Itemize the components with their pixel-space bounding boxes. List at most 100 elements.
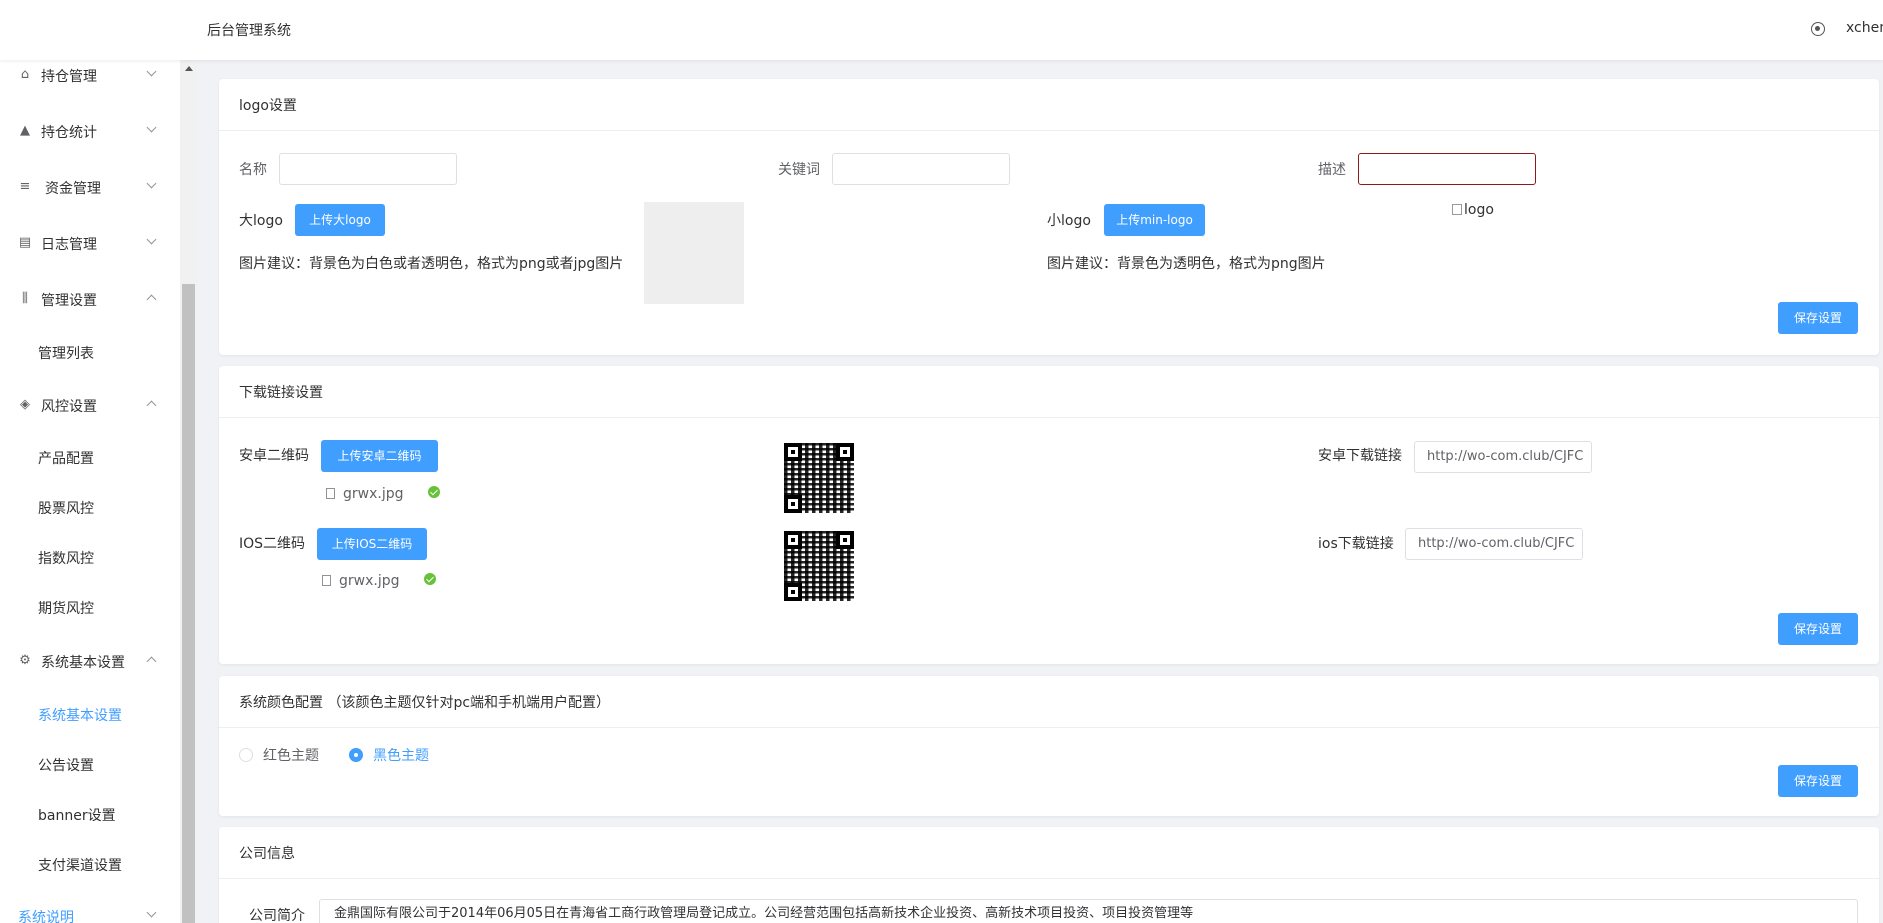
sidebar-item-system-info[interactable]: 系统说明	[0, 896, 180, 923]
sidebar-subitem-index-risk[interactable]: 指数风控	[0, 537, 180, 577]
shirt-icon: ▲	[20, 123, 30, 138]
small-logo-label: 小logo	[1047, 213, 1091, 229]
card-title: 系统颜色配置 （该颜色主题仅针对pc端和手机端用户配置）	[239, 695, 611, 711]
sidebar-item-label: 持仓管理	[41, 69, 97, 85]
download-link-card: 下载链接设置 安卓二维码 上传安卓二维码 grwx.jpg IOS二维码 上传I…	[219, 366, 1879, 664]
red-theme-radio[interactable]	[239, 748, 253, 762]
ios-qr-image	[784, 531, 854, 601]
sliders-icon: ⫼	[22, 291, 28, 306]
android-file-name: grwx.jpg	[343, 486, 404, 502]
chevron-down-icon	[146, 66, 157, 77]
sidebar-item-label: 系统说明	[18, 910, 74, 923]
sidebar-item-fund-management[interactable]: ≡ 资金管理	[0, 167, 180, 207]
sidebar-subitem-label: 系统基本设置	[38, 708, 122, 724]
sidebar-item-position-management[interactable]: ⌂ 持仓管理	[0, 60, 180, 95]
chevron-up-icon	[146, 656, 157, 667]
success-check-icon	[423, 573, 436, 585]
sidebar-item-system-basic-settings[interactable]: ⚙ 系统基本设置	[0, 641, 180, 681]
sidebar-subitem-banner-settings[interactable]: banner设置	[0, 794, 180, 834]
sidebar-subitem-label: 股票风控	[38, 501, 94, 517]
upload-ios-qr-button[interactable]: 上传IOS二维码	[317, 528, 427, 560]
big-logo-preview	[644, 202, 744, 304]
chevron-down-icon	[146, 178, 157, 189]
ios-file-item[interactable]: grwx.jpg	[322, 573, 436, 589]
sidebar-item-position-stats[interactable]: ▲ 持仓统计	[0, 111, 180, 151]
black-theme-label[interactable]: 黑色主题	[373, 745, 429, 765]
name-label: 名称	[239, 162, 267, 178]
ios-link-input[interactable]: http://wo-com.club/CJFC	[1405, 528, 1583, 560]
broken-image-icon	[1452, 204, 1462, 215]
sidebar-subitem-system-basic-settings[interactable]: 系统基本设置	[0, 694, 180, 734]
upload-big-logo-button[interactable]: 上传大logo	[295, 204, 385, 236]
description-label: 描述	[1318, 162, 1346, 178]
sidebar-item-log-management[interactable]: ▤ 日志管理	[0, 223, 180, 263]
save-logo-settings-button[interactable]: 保存设置	[1778, 302, 1858, 334]
company-intro-label: 公司简介	[249, 908, 305, 923]
sidebar-item-label: 风控设置	[41, 399, 97, 415]
chevron-up-icon	[146, 294, 157, 305]
sidebar-subitem-label: 管理列表	[38, 346, 94, 362]
card-title: 公司信息	[239, 846, 295, 862]
red-theme-label[interactable]: 红色主题	[263, 745, 319, 765]
big-logo-label: 大logo	[239, 213, 283, 229]
card-header: logo设置	[219, 79, 1879, 131]
keywords-input[interactable]	[832, 153, 1010, 185]
database-icon: ≡	[19, 179, 31, 194]
sidebar-item-admin-settings[interactable]: ⫼ 管理设置	[0, 279, 180, 319]
sidebar-subitem-product-config[interactable]: 产品配置	[0, 437, 180, 477]
sidebar-subitem-label: 支付渠道设置	[38, 858, 122, 874]
card-header: 系统颜色配置 （该颜色主题仅针对pc端和手机端用户配置）	[219, 676, 1879, 728]
upload-android-qr-button[interactable]: 上传安卓二维码	[321, 440, 438, 472]
keywords-label: 关键词	[778, 162, 820, 178]
chevron-up-icon	[146, 400, 157, 411]
scrollbar-thumb[interactable]	[182, 284, 195, 923]
card-header: 公司信息	[219, 827, 1879, 879]
sidebar-subitem-futures-risk[interactable]: 期货风控	[0, 587, 180, 627]
company-info-card: 公司信息 公司简介 金鼎国际有限公司于2014年06月05日在青海省工商行政管理…	[219, 827, 1879, 923]
sidebar-subitem-announcement-settings[interactable]: 公告设置	[0, 744, 180, 784]
sidebar-scrollbar[interactable]	[180, 60, 197, 923]
small-logo-preview: logo	[1452, 202, 1494, 218]
chevron-down-icon	[146, 122, 157, 133]
app-title: 后台管理系统	[207, 23, 291, 39]
file-icon	[326, 488, 335, 499]
scroll-up-arrow-icon[interactable]	[185, 66, 193, 71]
android-link-input[interactable]: http://wo-com.club/CJFC	[1414, 441, 1592, 473]
android-file-item[interactable]: grwx.jpg	[326, 486, 440, 502]
sidebar-item-risk-settings[interactable]: ◈ 风控设置	[0, 385, 180, 425]
sidebar-subitem-label: 公告设置	[38, 758, 94, 774]
name-input[interactable]	[279, 153, 457, 185]
small-logo-alt-text: logo	[1464, 202, 1494, 218]
file-icon	[322, 575, 331, 586]
sidebar: ⌂ 持仓管理 ▲ 持仓统计 ≡ 资金管理 ▤ 日志管理 ⫼ 管理设置 管理列表 …	[0, 60, 180, 923]
android-link-label: 安卓下载链接	[1318, 448, 1402, 464]
save-download-settings-button[interactable]: 保存设置	[1778, 613, 1858, 645]
theme-color-card: 系统颜色配置 （该颜色主题仅针对pc端和手机端用户配置） 红色主题 黑色主题 保…	[219, 676, 1879, 816]
save-theme-button[interactable]: 保存设置	[1778, 765, 1858, 797]
sidebar-item-label: 持仓统计	[41, 125, 97, 141]
top-header: 后台管理系统 xchen	[0, 0, 1883, 60]
chevron-down-icon	[146, 234, 157, 245]
sidebar-subitem-payment-channel-settings[interactable]: 支付渠道设置	[0, 844, 180, 884]
android-qr-label: 安卓二维码	[239, 448, 309, 464]
description-input[interactable]	[1358, 153, 1536, 185]
success-check-icon	[427, 486, 440, 498]
sidebar-subitem-stock-risk[interactable]: 股票风控	[0, 487, 180, 527]
sidebar-subitem-label: 指数风控	[38, 551, 94, 567]
ios-file-name: grwx.jpg	[339, 573, 400, 589]
sidebar-item-label: 系统基本设置	[41, 655, 125, 671]
home-icon: ⌂	[20, 67, 30, 82]
black-theme-radio[interactable]	[349, 748, 363, 762]
username[interactable]: xchen	[1846, 20, 1883, 36]
company-intro-textarea[interactable]: 金鼎国际有限公司于2014年06月05日在青海省工商行政管理局登记成立。公司经营…	[319, 899, 1858, 923]
chevron-down-icon	[146, 907, 157, 918]
small-logo-hint: 图片建议：背景色为透明色，格式为png图片	[1047, 256, 1326, 272]
upload-min-logo-button[interactable]: 上传min-logo	[1104, 204, 1205, 236]
sidebar-subitem-admin-list[interactable]: 管理列表	[0, 332, 180, 372]
sidebar-item-label: 日志管理	[41, 237, 97, 253]
ios-qr-label: IOS二维码	[239, 536, 306, 552]
shield-icon: ◈	[20, 397, 30, 412]
logo-settings-card: logo设置 名称 关键词 描述 大logo 上传大logo 图片建议：背景色为…	[219, 79, 1879, 355]
sidebar-subitem-label: banner设置	[38, 808, 116, 824]
user-icon[interactable]	[1811, 22, 1825, 36]
